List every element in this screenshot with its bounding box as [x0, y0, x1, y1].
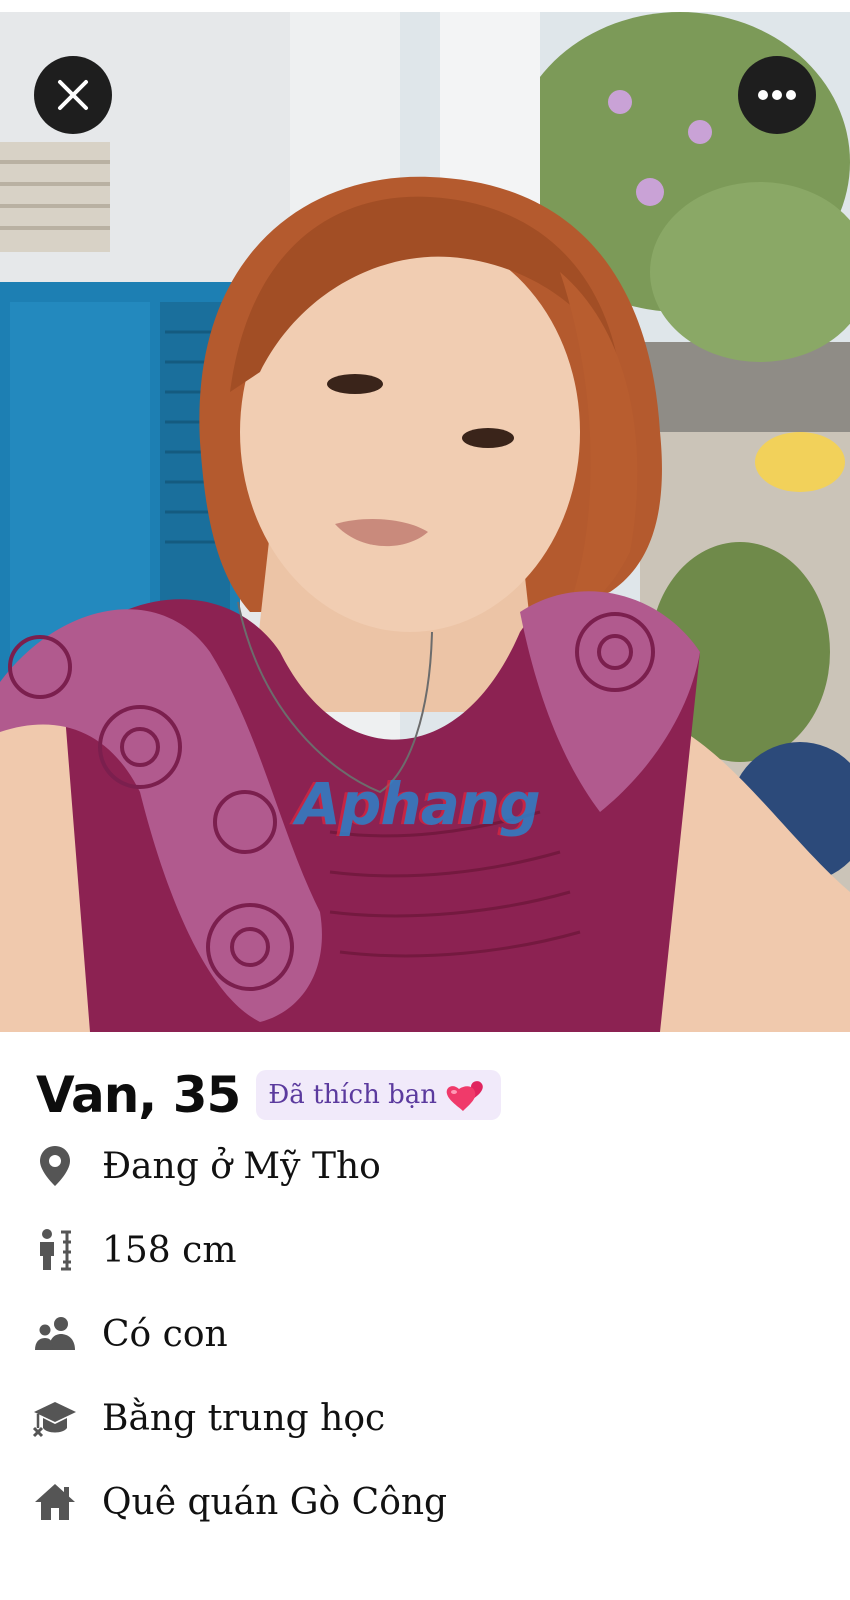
detail-text: Đang ở Mỹ Tho [102, 1145, 381, 1187]
name-row: Van, 35 Đã thích bạn [36, 1062, 502, 1128]
education-cap-icon [32, 1395, 78, 1441]
watermark-logo: Aphang [296, 770, 541, 838]
detail-row-height: 158 cm [32, 1220, 236, 1280]
photo-illustration [0, 12, 850, 1032]
location-pin-icon [32, 1143, 78, 1189]
hearts-icon [446, 1081, 483, 1111]
liked-you-badge: Đã thích bạn [256, 1070, 502, 1120]
home-icon [32, 1479, 78, 1525]
profile-photo[interactable]: Aphang [0, 12, 850, 1032]
children-icon [32, 1311, 78, 1357]
height-icon [32, 1227, 78, 1273]
name-age: Van, 35 [36, 1066, 241, 1124]
profile-info: Van, 35 Đã thích bạn Đang ở Mỹ Tho 158 c… [0, 1032, 850, 1600]
more-options-icon [758, 90, 796, 100]
detail-row-location: Đang ở Mỹ Tho [32, 1136, 381, 1196]
detail-row-hometown: Quê quán Gò Công [32, 1472, 447, 1532]
detail-row-children: Có con [32, 1304, 228, 1364]
liked-you-label: Đã thích bạn [268, 1080, 438, 1110]
detail-text: Quê quán Gò Công [102, 1481, 448, 1523]
detail-text: Có con [102, 1313, 228, 1355]
detail-row-education: Bằng trung học [32, 1388, 385, 1448]
close-button[interactable] [34, 56, 112, 134]
more-options-button[interactable] [738, 56, 816, 134]
close-icon [58, 80, 88, 110]
detail-text: 158 cm [102, 1229, 237, 1271]
detail-text: Bằng trung học [102, 1397, 386, 1439]
